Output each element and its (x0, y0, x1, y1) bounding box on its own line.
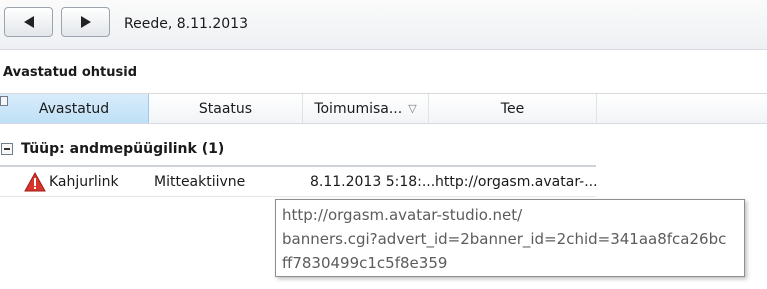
group-divider (0, 165, 596, 167)
tooltip-line: banners.cgi?advert_id=2banner_id=2chid=3… (282, 230, 727, 248)
column-header-time[interactable]: Toimumisa... ▽ (303, 94, 429, 123)
collapse-icon[interactable] (1, 143, 13, 155)
column-header-status[interactable]: Staatus (149, 94, 303, 123)
group-header[interactable]: Tüüp: andmepüügilink (1) (0, 139, 224, 159)
cell-detected: Kahjurlink (49, 174, 119, 190)
path-tooltip: http://orgasm.avatar-studio.net/ banners… (275, 199, 745, 277)
group-label: Tüüp: andmepüügilink (1) (21, 141, 225, 157)
column-label: Tee (500, 100, 525, 117)
cell-status: Mitteaktiivne (154, 174, 246, 190)
column-label: Avastatud (38, 100, 110, 117)
triangle-left-icon (23, 16, 34, 28)
column-header-detected[interactable]: Avastatud (0, 94, 149, 123)
column-chooser-icon[interactable] (0, 96, 8, 106)
warning-icon (24, 172, 46, 192)
table-header: Avastatud Staatus Toimumisa... ▽ Tee (0, 93, 767, 124)
back-button[interactable] (4, 7, 53, 37)
toolbar: Reede, 8.11.2013 (0, 0, 767, 50)
tooltip-line: ff7830499c1c5f8e359 (282, 254, 448, 272)
forward-button[interactable] (61, 7, 110, 37)
cell-time: 8.11.2013 5:18:... (310, 174, 436, 190)
date-label: Reede, 8.11.2013 (124, 16, 248, 32)
column-header-path[interactable]: Tee (429, 94, 597, 123)
cell-path: http://orgasm.avatar-... (435, 174, 598, 190)
section-title: Avastatud ohtusid (3, 65, 138, 80)
column-label: Staatus (198, 100, 253, 117)
tooltip-line: http://orgasm.avatar-studio.net/ (282, 206, 523, 224)
triangle-right-icon (80, 16, 91, 28)
sort-descending-icon: ▽ (408, 102, 417, 115)
column-label: Toimumisa... (314, 100, 403, 117)
table-row[interactable]: Kahjurlink Mitteaktiivne 8.11.2013 5:18:… (0, 170, 598, 197)
